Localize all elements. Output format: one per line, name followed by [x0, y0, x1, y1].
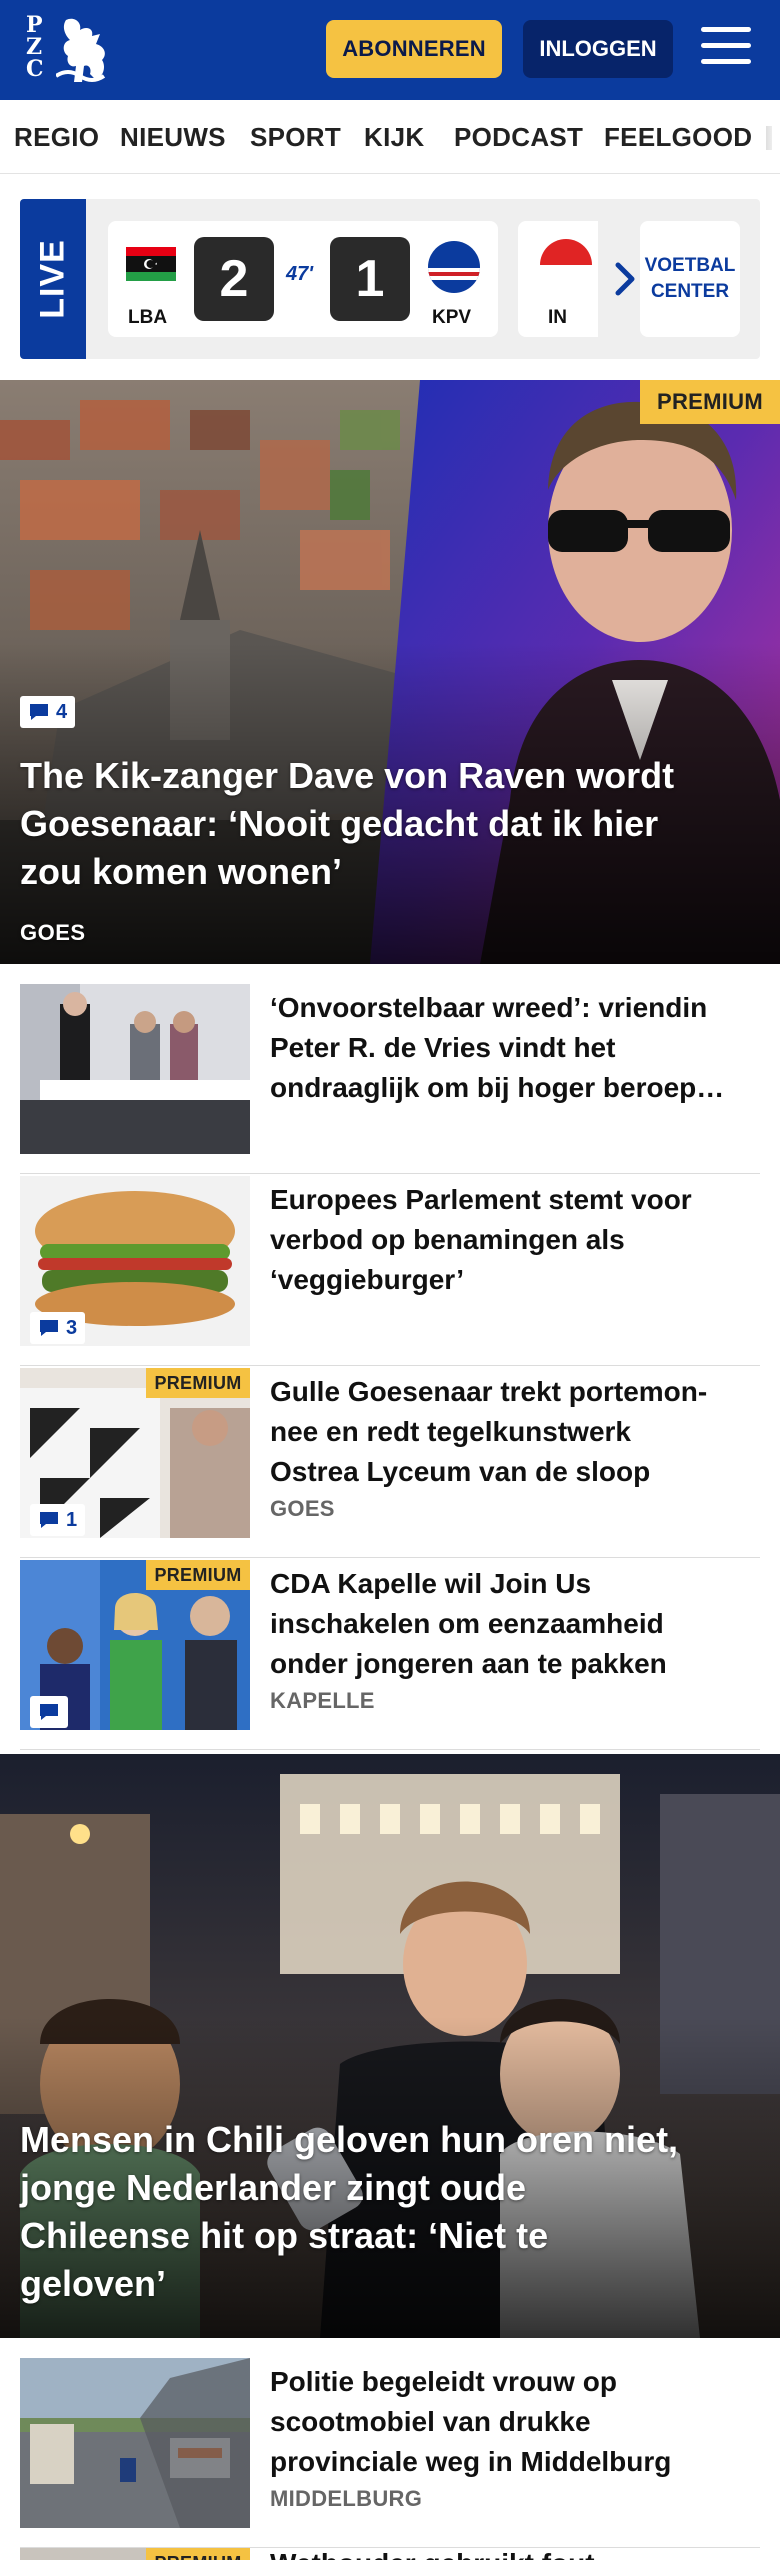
comment-count-badge[interactable]: 4: [20, 696, 76, 728]
login-button[interactable]: INLOGGEN: [523, 20, 673, 78]
comment-count: 3: [66, 1316, 78, 1339]
live-label: LIVE: [20, 199, 86, 359]
logo-letters: P Z C: [26, 14, 60, 80]
article-title-line: Peter R. de Vries vindt het: [270, 1032, 616, 1063]
logo-letter-c: C: [26, 56, 44, 82]
comment-count: 1: [66, 1508, 78, 1531]
hero-title-line: The Kik-zanger Dave von Raven wordt: [20, 755, 675, 796]
nav-item-nieuws[interactable]: NIEUWS: [120, 122, 226, 153]
comment-icon: [40, 1512, 58, 1528]
article-title: Politie begeleidt vrouw op scootmobiel v…: [270, 2362, 750, 2482]
comment-count-badge[interactable]: 3: [30, 1312, 86, 1344]
comment-icon: [30, 704, 48, 720]
pzc-logo[interactable]: P Z C: [26, 14, 110, 86]
article-place: MIDDELBURG: [270, 2486, 423, 2511]
nav-item-podcast[interactable]: PODCAST: [454, 122, 583, 153]
comment-count-badge[interactable]: 1: [30, 1504, 86, 1536]
article-title-line: Europees Parlement stemt voor: [270, 1184, 692, 1215]
comment-count-badge[interactable]: [30, 1696, 68, 1728]
hero-title: The Kik-zanger Dave von Raven wordt Goes…: [20, 752, 770, 896]
premium-badge: PREMIUM: [146, 1368, 250, 1398]
voetbal-center-link[interactable]: VOETBAL CENTER: [640, 221, 740, 337]
hero-title-line: jonge Nederlander zingt oude: [20, 2167, 527, 2208]
premium-badge: PREMIUM: [146, 1560, 250, 1590]
hero-place: GOES: [20, 920, 86, 945]
article-place: GOES: [270, 1496, 335, 1521]
logo-letter-p: P: [26, 12, 43, 38]
article-title-line: Gulle Goesenaar trekt portemon-: [270, 1376, 708, 1407]
article-thumbnail: [20, 984, 250, 1154]
nav-item-sport[interactable]: SPORT: [250, 122, 341, 153]
article-list-item[interactable]: ‘Onvoorstelbaar wreed’: vriendin Peter R…: [20, 984, 760, 1174]
vc-line-2: CENTER: [650, 281, 730, 302]
article-title-line: verbod op benamingen als: [270, 1224, 625, 1255]
article-title-line: ondraaglijk om bij hoger beroep…: [270, 1072, 725, 1103]
premium-badge: PREMIUM: [640, 380, 780, 424]
next-home-team-code: IN: [548, 307, 567, 328]
article-title-line: ‘veggieburger’: [270, 1264, 464, 1295]
article-title-line: onder jongeren aan te pakken: [270, 1648, 667, 1679]
away-score: 1: [330, 237, 410, 321]
zeeland-lion-icon: [56, 18, 106, 83]
article-title-line: CDA Kapelle wil Join Us: [270, 1568, 592, 1599]
article-title-line: ‘Onvoorstelbaar wreed’: vriendin: [270, 992, 708, 1023]
nav-fade: [750, 100, 780, 173]
libya-flag-icon: [126, 247, 176, 281]
article-title-line: Politie begeleidt vrouw op: [270, 2366, 617, 2397]
comment-icon: [40, 1320, 58, 1336]
match-card[interactable]: LBA 2 47' 1 KPV: [108, 221, 498, 337]
hero-article-video[interactable]: Mensen in Chili geloven hun oren niet, j…: [0, 1754, 780, 2338]
subscribe-button[interactable]: ABONNEREN: [326, 20, 502, 78]
live-label-text: LIVE: [33, 239, 72, 319]
vc-line-1: VOETBAL: [644, 255, 736, 276]
article-title: Wethouder gebruikt fout: [270, 2548, 750, 2560]
hero-title-line: geloven’: [20, 2263, 167, 2304]
article-list-item[interactable]: PREMIUM CDA Kapelle wil Join Us inschake…: [20, 1560, 760, 1750]
team-flag-icon: [540, 239, 592, 291]
hero-title-line: Goesenaar: ‘Nooit gedacht dat ik hier: [20, 803, 659, 844]
article-thumbnail: [20, 2358, 250, 2528]
comment-count: 4: [56, 700, 68, 723]
match-minute: 47': [286, 263, 314, 285]
article-place: KAPELLE: [270, 1688, 375, 1713]
hero-title-line: Mensen in Chili geloven hun oren niet,: [20, 2119, 679, 2160]
section-nav: REGIO NIEUWS SPORT KIJK PODCAST FEELGOOD: [0, 100, 780, 174]
article-title: Gulle Goesenaar trekt portemon- nee en r…: [270, 1372, 750, 1492]
cape-verde-flag-icon: [428, 241, 480, 293]
logo-letter-z: Z: [26, 34, 43, 60]
match-card-next[interactable]: IN: [518, 221, 598, 337]
nav-item-regio[interactable]: REGIO: [14, 122, 99, 153]
article-title-line: scootmobiel van drukke: [270, 2406, 591, 2437]
article-list-item[interactable]: PREMIUM Wethouder gebruikt fout: [20, 2548, 760, 2560]
away-team-code: KPV: [432, 307, 472, 328]
hamburger-menu-icon[interactable]: [701, 27, 751, 71]
premium-badge: PREMIUM: [146, 2548, 250, 2560]
hero-title: Mensen in Chili geloven hun oren niet, j…: [20, 2116, 770, 2308]
article-title-line: provinciale weg in Middelburg: [270, 2446, 672, 2477]
chevron-right-icon[interactable]: [608, 259, 642, 299]
article-list-item[interactable]: PREMIUM 1 Gulle Goesenaar trekt portemon…: [20, 1368, 760, 1558]
home-score: 2: [194, 237, 274, 321]
article-list-item[interactable]: 3 Europees Parlement stemt voor verbod o…: [20, 1176, 760, 1366]
article-list-item[interactable]: Politie begeleidt vrouw op scootmobiel v…: [20, 2358, 760, 2548]
live-scores-strip: LIVE LBA 2 47' 1 KPV IN VOETBAL CENTER: [20, 199, 760, 359]
article-title: Europees Parlement stemt voor verbod op …: [270, 1180, 750, 1300]
article-title-line: nee en redt tegelkunstwerk: [270, 1416, 632, 1447]
home-team-code: LBA: [128, 307, 168, 328]
article-title: ‘Onvoorstelbaar wreed’: vriendin Peter R…: [270, 988, 750, 1108]
hero-article[interactable]: PREMIUM 4 The Kik-zanger Dave von Raven …: [0, 380, 780, 964]
article-title-line: Ostrea Lyceum van de sloop: [270, 1456, 651, 1487]
comment-icon: [40, 1704, 58, 1720]
article-title-line: inschakelen om eenzaamheid: [270, 1608, 664, 1639]
top-bar: P Z C ABONNEREN INLOGGEN: [0, 0, 780, 100]
hero-title-line: zou komen wonen’: [20, 851, 343, 892]
hero-title-line: Chileense hit op straat: ‘Niet te: [20, 2215, 549, 2256]
article-title: CDA Kapelle wil Join Us inschakelen om e…: [270, 1564, 750, 1684]
nav-item-feelgood[interactable]: FEELGOOD: [604, 122, 752, 153]
nav-item-kijk[interactable]: KIJK: [364, 122, 424, 153]
